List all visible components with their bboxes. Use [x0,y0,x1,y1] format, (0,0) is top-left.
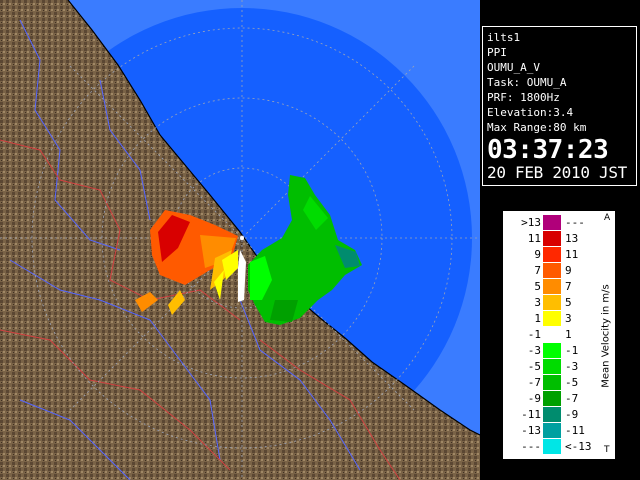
legend-upper-bound: 5 [565,296,572,309]
scan-info-panel: ilts1 PPI OUMU_A_V Task: OUMU_A PRF: 180… [482,26,637,186]
scan-time: 03:37:23 [487,135,609,165]
legend-color-swatch [543,247,561,262]
legend-row: -7 -5 [503,375,589,390]
legend-row: 11 13 [503,231,589,246]
legend-lower-bound: 3 [534,296,541,309]
legend-lower-bound: -1 [527,328,541,341]
legend-color-swatch [543,359,561,374]
legend-upper-bound: -7 [565,392,579,405]
legend-upper-bound: -5 [565,376,579,389]
legend-row: -9 -7 [503,391,589,406]
legend-lower-bound: -13 [521,424,541,437]
legend-color-swatch [543,439,561,454]
legend-row: 35 [503,295,589,310]
legend-row: 9 11 [503,247,589,262]
elevation-value: Elevation:3.4 [487,106,574,119]
legend-row: --- <-13 [503,439,592,454]
legend-lower-bound: 1 [534,312,541,325]
legend-color-swatch [543,279,561,294]
legend-lower-bound: -11 [521,408,541,421]
legend-row: 13 [503,311,589,326]
scan-type: PPI [487,46,507,59]
legend-lower-bound: 9 [534,248,541,261]
legend-corner-bottom: T [604,445,610,455]
legend-lower-bound: >13 [521,216,541,229]
radar-site-marker [240,236,244,240]
legend-corner-top: A [604,213,611,223]
legend-lower-bound: 7 [534,264,541,277]
legend-row: 79 [503,263,589,278]
legend-color-swatch [543,343,561,358]
legend-color-swatch [543,231,561,246]
legend-lower-bound: -7 [527,376,541,389]
legend-color-swatch [543,327,561,342]
legend-upper-bound: 9 [565,264,572,277]
legend-color-swatch [543,375,561,390]
velocity-legend: >13 --- 11 13 9 11 7 9 5 7 3 5 1 3 -1 1 -3 -1 -5 -3 -7 -5 -9 -7… [502,210,616,460]
legend-upper-bound: --- [565,216,585,229]
legend-row: 57 [503,279,589,294]
legend-lower-bound: -3 [527,344,541,357]
legend-upper-bound: -1 [565,344,579,357]
task-name: Task: OUMU_A [487,76,567,89]
legend-upper-bound: -11 [565,424,585,437]
legend-color-swatch [543,423,561,438]
legend-upper-bound: 3 [565,312,572,325]
legend-title: Mean Velocity in m/s [600,284,612,388]
legend-upper-bound: <-13 [565,440,592,453]
legend-upper-bound: 1 [565,328,572,341]
legend-lower-bound: -5 [527,360,541,373]
legend-color-swatch [543,311,561,326]
legend-lower-bound: -9 [527,392,541,405]
legend-row: -11 -9 [503,407,589,422]
legend-color-swatch [543,263,561,278]
legend-row: -5 -3 [503,359,589,374]
legend-color-swatch [543,407,561,422]
legend-color-swatch [543,391,561,406]
legend-upper-bound: -3 [565,360,579,373]
product-name: OUMU_A_V [487,61,540,74]
legend-upper-bound: 13 [565,232,579,245]
legend-upper-bound: -9 [565,408,579,421]
prf-value: PRF: 1800Hz [487,91,560,104]
legend-row: -13 -11 [503,423,589,438]
legend-row: -3 -1 [503,343,589,358]
station-name: ilts1 [487,31,521,44]
legend-title-box: Mean Velocity in m/s [599,229,613,443]
legend-lower-bound: 5 [534,280,541,293]
legend-lower-bound: --- [521,440,541,453]
max-range-value: Max Range:80 km [487,121,587,134]
legend-row: >13 --- [503,215,589,230]
scan-date: 20 FEB 2010 JST [487,163,627,182]
legend-row: -1 1 [503,327,589,342]
legend-upper-bound: 7 [565,280,572,293]
legend-color-swatch [543,295,561,310]
legend-upper-bound: 11 [565,248,579,261]
legend-lower-bound: 11 [527,232,541,245]
legend-color-swatch [543,215,561,230]
